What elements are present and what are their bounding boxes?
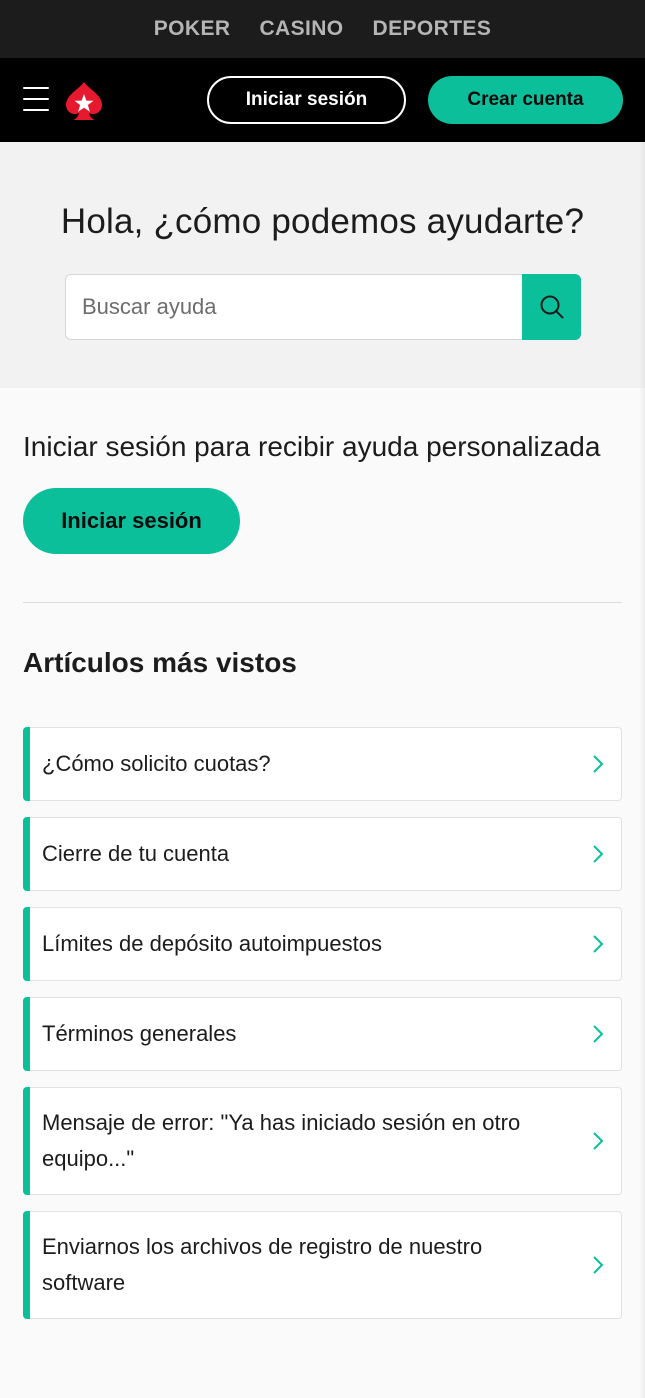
search-input[interactable] xyxy=(65,274,522,340)
article-link[interactable]: ¿Cómo solicito cuotas? xyxy=(23,727,622,801)
signin-button[interactable]: Iniciar sesión xyxy=(23,488,240,554)
scroll-edge-shadow xyxy=(639,142,645,1398)
section-divider xyxy=(23,602,622,603)
brand-nav-casino[interactable]: CASINO xyxy=(259,17,343,41)
chevron-right-icon xyxy=(593,845,604,863)
chevron-right-icon xyxy=(593,935,604,953)
main-content: Iniciar sesión para recibir ayuda person… xyxy=(0,426,645,1319)
chevron-right-icon xyxy=(593,1256,604,1274)
search-bar xyxy=(65,274,581,340)
signin-prompt-title: Iniciar sesión para recibir ayuda person… xyxy=(23,431,601,462)
chevron-right-icon xyxy=(593,1132,604,1150)
article-link[interactable]: Límites de depósito autoimpuestos xyxy=(23,907,622,981)
article-title: ¿Cómo solicito cuotas? xyxy=(42,751,271,776)
header-signup-button[interactable]: Crear cuenta xyxy=(428,76,623,124)
article-list: ¿Cómo solicito cuotas? Cierre de tu cuen… xyxy=(23,727,622,1319)
article-link[interactable]: Términos generales xyxy=(23,997,622,1071)
search-button[interactable] xyxy=(522,274,581,340)
most-viewed-articles-title: Artículos más vistos xyxy=(23,647,297,678)
article-title: Enviarnos los archivos de registro de nu… xyxy=(42,1234,483,1295)
chevron-right-icon xyxy=(593,755,604,773)
pokerstars-logo-icon[interactable] xyxy=(64,80,104,122)
article-title: Mensaje de error: "Ya has iniciado sesió… xyxy=(42,1110,521,1171)
search-icon xyxy=(540,295,563,319)
article-link[interactable]: Mensaje de error: "Ya has iniciado sesió… xyxy=(23,1087,622,1195)
article-link[interactable]: Cierre de tu cuenta xyxy=(23,817,622,891)
brand-nav-deportes[interactable]: DEPORTES xyxy=(373,17,492,41)
chevron-right-icon xyxy=(593,1025,604,1043)
article-title: Límites de depósito autoimpuestos xyxy=(42,931,382,956)
article-title: Cierre de tu cuenta xyxy=(42,841,230,866)
article-link[interactable]: Enviarnos los archivos de registro de nu… xyxy=(23,1211,622,1319)
article-title: Términos generales xyxy=(42,1021,237,1046)
brand-nav: POKER CASINO DEPORTES xyxy=(0,0,645,58)
site-header: Iniciar sesión Crear cuenta xyxy=(0,58,645,142)
page-title: Hola, ¿cómo podemos ayudarte? xyxy=(60,202,585,241)
brand-nav-poker[interactable]: POKER xyxy=(154,17,231,41)
header-login-button[interactable]: Iniciar sesión xyxy=(207,76,406,124)
help-hero: Hola, ¿cómo podemos ayudarte? xyxy=(0,142,645,388)
hamburger-menu-icon[interactable] xyxy=(23,87,49,111)
